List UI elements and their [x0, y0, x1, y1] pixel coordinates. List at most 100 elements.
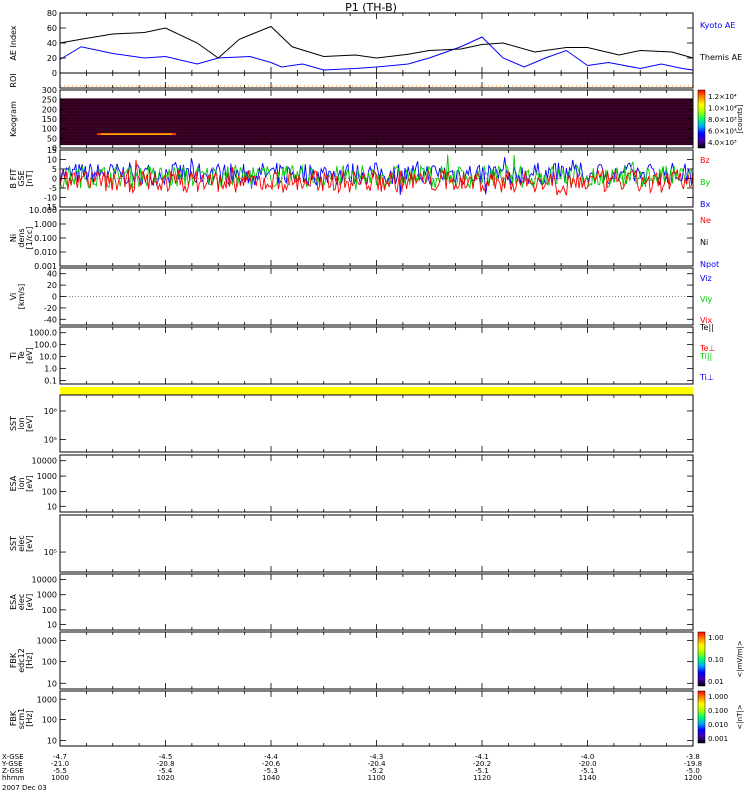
colorbar-tick-label: 1.2×10⁴	[708, 93, 737, 101]
colorbar-tick-label: 6.0×10³	[708, 128, 737, 136]
y-tick-label: 10.0	[39, 353, 57, 362]
colorbar-label: [counts]	[736, 104, 744, 133]
y-tick-label: 0	[52, 69, 57, 78]
legend-Bz: Bz	[700, 156, 710, 165]
panel-frame	[59, 267, 694, 326]
series-line	[59, 25, 694, 59]
y-tick-label: 200	[42, 105, 57, 114]
y-tick-label: 5	[52, 165, 57, 174]
x-tick-label: 1100	[368, 774, 386, 782]
y-tick-label: 50	[47, 134, 57, 143]
y-tick-label: 10	[47, 737, 57, 746]
y-tick-label: 100	[42, 658, 57, 667]
y-tick-label: 10⁵	[44, 548, 57, 557]
y-axis-label: [Hz]	[25, 710, 34, 726]
legend-Ne: Ne	[700, 216, 711, 225]
legend-0: Te||	[699, 323, 714, 332]
y-tick-label: 40	[47, 39, 57, 48]
panel-frame	[59, 454, 694, 513]
x-tick-label: 1120	[473, 774, 491, 782]
y-tick-label: -10	[44, 194, 57, 203]
y-axis-label: [nT]	[25, 170, 34, 186]
y-tick-label: 0.100	[34, 234, 57, 243]
colorbar-tick-label: 1.00	[708, 634, 724, 642]
y-tick-label: 150	[42, 115, 57, 124]
y-tick-label: 100	[42, 125, 57, 134]
colorbar-tick-label: 0.010	[708, 721, 728, 729]
y-tick-label: 60	[47, 24, 57, 33]
panel-frame	[59, 514, 694, 573]
colorbar-label: <|mV/m|>	[736, 640, 744, 677]
panel-6: Te||Te⊥Ti||Ti⊥0.11.010.0100.01000.0Ti Te[…	[9, 323, 715, 395]
y-tick-label: 10000	[32, 457, 57, 466]
x-tick-label: 1140	[579, 774, 597, 782]
y-tick-label: 1000	[37, 695, 57, 704]
y-axis-label: [1/cc]	[25, 227, 34, 250]
y-tick-label: 10	[47, 679, 57, 688]
panel-9: 10⁵SST elec [eV]	[9, 514, 694, 573]
y-tick-label: 0	[52, 175, 57, 184]
y-axis-label: [eV]	[25, 535, 34, 552]
keogram-data	[60, 98, 693, 146]
y-tick-label: 300	[42, 86, 57, 95]
x-tick-label: 1000	[51, 774, 69, 782]
y-tick-label: 1000	[37, 591, 57, 600]
colorbar-tick-label: 1.000	[708, 693, 728, 701]
y-axis-label: [eV]	[25, 347, 34, 364]
panel-1: ROI	[9, 72, 694, 89]
y-tick-label: 10	[47, 620, 57, 629]
legend-Npot: Npot	[700, 260, 719, 269]
y-tick-label: 10	[47, 156, 57, 165]
keogram-feature-core	[100, 133, 173, 135]
legend-By: By	[700, 178, 710, 187]
panel-11: 1.000.100.01<|mV/m|>101001000FBK edc12 [Hz…	[9, 631, 744, 690]
y-axis-label: AE Index	[9, 25, 18, 60]
legend-Ni: Ni	[700, 238, 708, 247]
colorbar-tick-label: 1.0×10⁴	[708, 104, 737, 112]
y-tick-label: 1000	[37, 637, 57, 646]
colorbar-tick-label: 0.10	[708, 656, 724, 664]
y-axis-label: Keogram	[9, 101, 18, 137]
y-tick-label: 0.1	[44, 376, 57, 385]
y-tick-label: 10.000	[29, 206, 57, 215]
y-tick-label: -20	[44, 304, 57, 313]
y-axis-label: ROI	[9, 73, 18, 87]
y-tick-label: -40	[44, 315, 57, 324]
y-tick-label: 10⁵	[44, 435, 57, 444]
colorbar-tick-label: 4.0×10³	[708, 139, 737, 147]
panel-frame	[59, 631, 694, 690]
y-axis-label: [km/s]	[17, 284, 26, 310]
y-axis-label: [Hz]	[25, 652, 34, 668]
colorbar-tick-label: 8.0×10³	[708, 116, 737, 124]
x-tick-label: 1200	[684, 774, 702, 782]
y-tick-label: 0.010	[34, 248, 57, 257]
colorbar-tick-label: 0.100	[708, 707, 728, 715]
panels: Kyoto AEThemis AE020406080AE IndexROI1.2…	[9, 9, 744, 747]
y-tick-label: 80	[47, 9, 57, 18]
y-tick-label: 1000	[37, 472, 57, 481]
y-tick-label: 15	[47, 146, 57, 155]
y-axis-label: [eV]	[25, 415, 34, 432]
legend-2: Ti||	[699, 352, 712, 361]
y-tick-label: 1.000	[34, 220, 57, 229]
panel-frame	[59, 326, 694, 385]
legend-3: Ti⊥	[699, 373, 714, 382]
y-tick-label: 1000.0	[29, 329, 57, 338]
panel-3: BzByBx-15-10-5051015B FIT GSE [nT]	[9, 146, 710, 212]
panel-10: 10100100010000ESA elec [eV]	[9, 573, 694, 631]
panel-8: 10100100010000ESA ion [eV]	[9, 454, 694, 513]
y-tick-label: 100.0	[34, 341, 57, 350]
legend-Viz: Viz	[700, 274, 712, 283]
x-tick-label: 1020	[157, 774, 175, 782]
y-tick-label: 250	[42, 96, 57, 105]
panel-frame	[59, 394, 694, 453]
panel-2: 1.2×10⁴ 1.0×10⁴ 8.0×10³ 6.0×10³ 4.0×10³ [coun…	[9, 86, 744, 153]
colorbar-tick-label: 0.01	[708, 678, 724, 686]
y-tick-label: 100	[42, 487, 57, 496]
x-row-label: hhmm	[2, 774, 25, 782]
legend-Viy: Viy	[700, 295, 713, 304]
yellow-band	[60, 387, 693, 395]
y-tick-label: 40	[47, 270, 57, 279]
x-axis: X-GSEY-GSEZ-GSEhhmm2007 Dec 03-4.7-21.0-…	[1, 753, 702, 792]
legend-themis-ae: Themis AE	[699, 53, 742, 62]
